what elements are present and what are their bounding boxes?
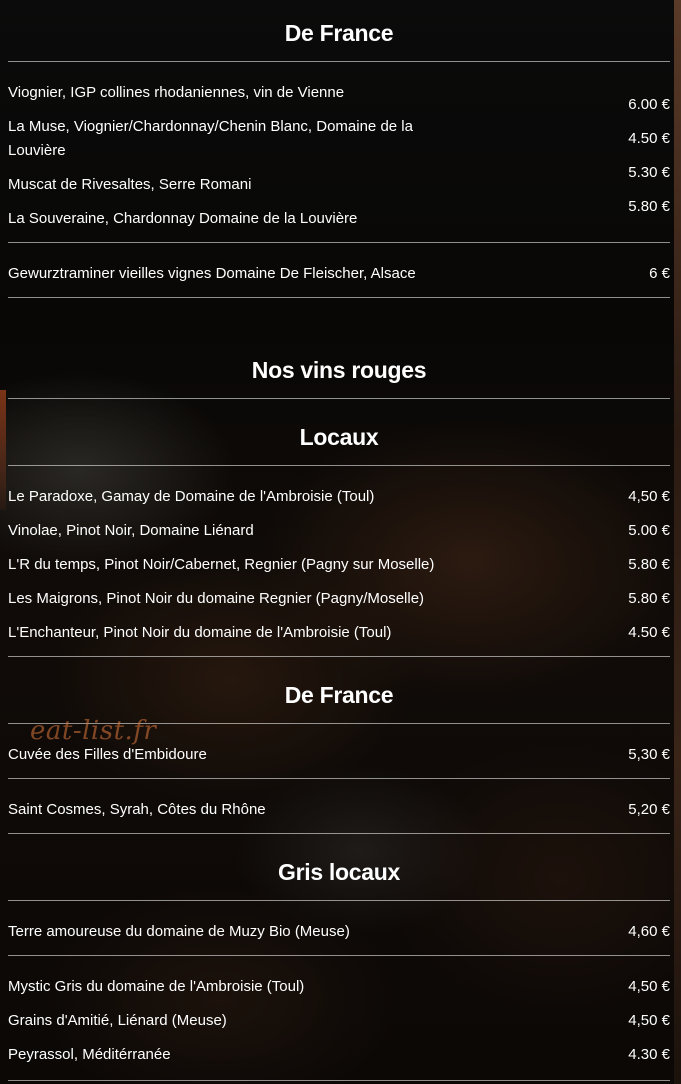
list-item-name: Les Maigrons, Pinot Noir du domaine Regn… — [8, 590, 425, 607]
list-item-name: Gewurztraminer vieilles vignes Domaine D… — [8, 265, 416, 282]
list-item-price: 5,20 € — [628, 801, 670, 818]
list-item-name: La Muse, Viognier/Chardonnay/Chenin Blan… — [8, 118, 413, 159]
list-item-price: 6.00 € — [628, 96, 670, 113]
list-item: Vinolae, Pinot Noir, Domaine Liénard 5.0… — [8, 519, 670, 553]
list-item: Grains d'Amitié, Liénard (Meuse) 4,50 € — [8, 1009, 670, 1043]
list-item: Mystic Gris du domaine de l'Ambroisie (T… — [8, 975, 670, 1009]
list-item-price: 5.00 € — [628, 522, 670, 539]
list-item-price: 4,50 € — [628, 488, 670, 505]
divider — [8, 833, 670, 834]
list-item: Le Paradoxe, Gamay de Domaine de l'Ambro… — [8, 485, 670, 519]
subsection-title-de-france-rouge: De France — [284, 682, 394, 708]
list-item-name: Viognier, IGP collines rhodaniennes, vin… — [8, 84, 345, 101]
list-item-name: Terre amoureuse du domaine de Muzy Bio (… — [8, 923, 350, 940]
list-item-price: 4,60 € — [628, 923, 670, 940]
list-item-price: 4.50 € — [628, 130, 670, 147]
divider — [8, 297, 670, 298]
subsection-title-locaux: Locaux — [299, 424, 379, 450]
list-item-price: 5.80 € — [628, 556, 670, 573]
list-item: L'Enchanteur, Pinot Noir du domaine de l… — [8, 621, 670, 655]
list-item-name: Mystic Gris du domaine de l'Ambroisie (T… — [8, 978, 305, 995]
list-item-price: 4,50 € — [628, 1012, 670, 1029]
section-title-de-france-blanc: De France — [284, 20, 394, 46]
list-item-price: 5.30 € — [628, 164, 670, 181]
list-item-name: Le Paradoxe, Gamay de Domaine de l'Ambro… — [8, 488, 375, 505]
list-item: Terre amoureuse du domaine de Muzy Bio (… — [8, 920, 670, 944]
list-item-name: Muscat de Rivesaltes, Serre Romani — [8, 176, 252, 193]
gris-list: Mystic Gris du domaine de l'Ambroisie (T… — [8, 975, 670, 1077]
scrollbar-edge — [674, 0, 681, 1084]
watermark-text: eat-list.fr — [30, 716, 157, 746]
divider — [8, 900, 670, 901]
list-item-price: 5.80 € — [628, 590, 670, 607]
list-item-name: L'Enchanteur, Pinot Noir du domaine de l… — [8, 624, 392, 641]
list-item-price: 4.50 € — [628, 624, 670, 641]
list-item-name: Grains d'Amitié, Liénard (Meuse) — [8, 1012, 227, 1029]
divider — [8, 242, 670, 243]
list-item: Peyrassol, Méditérranée 4.30 € — [8, 1043, 670, 1077]
list-item-name: Cuvée des Filles d'Embidoure — [8, 746, 207, 763]
list-item: Cuvée des Filles d'Embidoure 5,30 € — [8, 743, 670, 767]
list-item-price: 5.80 € — [628, 198, 670, 215]
list-item-name: Vinolae, Pinot Noir, Domaine Liénard — [8, 522, 254, 539]
list-item: Saint Cosmes, Syrah, Côtes du Rhône 5,20… — [8, 798, 670, 822]
section-title-vins-rouges: Nos vins rouges — [251, 357, 427, 383]
list-item: L'R du temps, Pinot Noir/Cabernet, Regni… — [8, 553, 670, 587]
divider — [8, 656, 670, 657]
list-item-name: Saint Cosmes, Syrah, Côtes du Rhône — [8, 801, 266, 818]
divider — [8, 955, 670, 956]
section-title-gris-locaux: Gris locaux — [278, 859, 400, 885]
list-item-price: 5,30 € — [628, 746, 670, 763]
list-item-price: 6 € — [649, 265, 670, 282]
list-item-price: 4,50 € — [628, 978, 670, 995]
list-item-name: L'R du temps, Pinot Noir/Cabernet, Regni… — [8, 556, 435, 573]
divider — [8, 778, 670, 779]
divider — [8, 1080, 670, 1081]
list-item-name: La Souveraine, Chardonnay Domaine de la … — [8, 210, 358, 227]
list-item: Les Maigrons, Pinot Noir du domaine Regn… — [8, 587, 670, 621]
divider — [8, 61, 670, 62]
list-item-name: Peyrassol, Méditérranée — [8, 1046, 171, 1063]
list-item: Gewurztraminer vieilles vignes Domaine D… — [8, 262, 670, 286]
red-local-list: Le Paradoxe, Gamay de Domaine de l'Ambro… — [8, 485, 670, 655]
divider — [8, 398, 670, 399]
list-item-price: 4.30 € — [628, 1046, 670, 1063]
divider — [8, 465, 670, 466]
photo-edge-accent — [0, 390, 6, 510]
